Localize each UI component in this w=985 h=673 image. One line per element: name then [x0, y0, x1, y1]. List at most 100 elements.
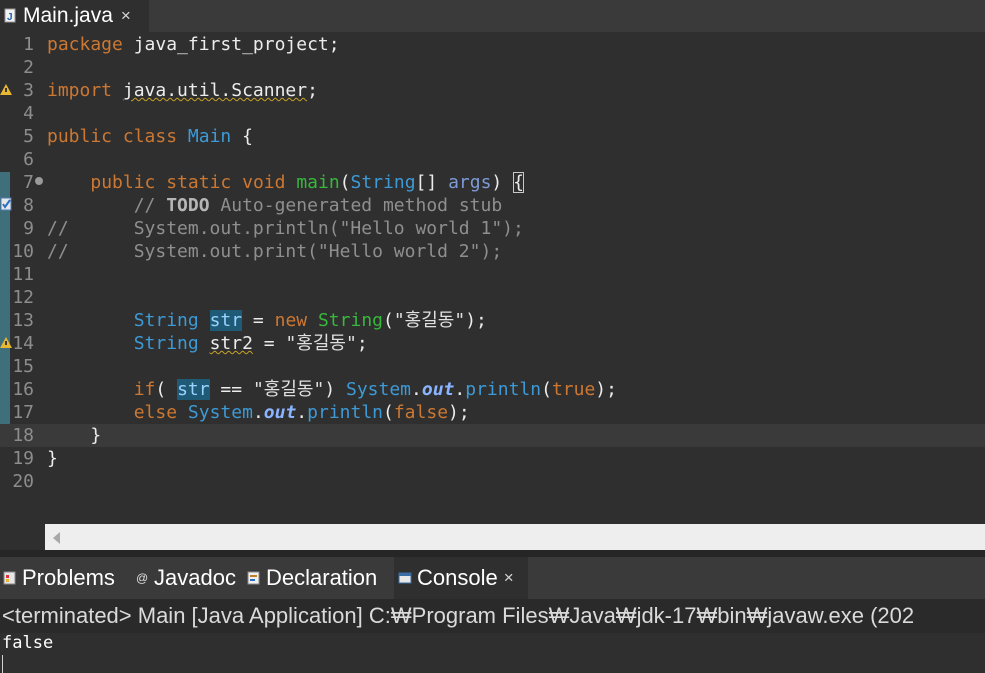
- code-line[interactable]: 18 }: [0, 424, 985, 447]
- code-token: // System.out.println("Hello world 1");: [47, 218, 524, 239]
- code-token: // System.out.print("Hello world 2");: [47, 241, 503, 262]
- problems-icon: [3, 570, 17, 586]
- code-line[interactable]: 4: [0, 102, 985, 125]
- code-token: ): [324, 379, 346, 400]
- line-code: String str = new String("홍길동");: [47, 309, 487, 332]
- code-token: {: [231, 126, 253, 147]
- line-code: public class Main {: [47, 125, 253, 148]
- code-line[interactable]: 15: [0, 355, 985, 378]
- code-token: .: [411, 379, 422, 400]
- tab-javadoc[interactable]: @ Javadoc: [135, 557, 236, 599]
- line-code: // TODO Auto-generated method stub: [47, 194, 502, 217]
- code-token: {: [513, 172, 524, 193]
- line-number: 18: [12, 425, 34, 446]
- code-token: (: [541, 379, 552, 400]
- code-token: void: [242, 172, 286, 193]
- code-line[interactable]: 16 if( str == "홍길동") System.out.println(…: [0, 378, 985, 401]
- code-token: );: [448, 402, 470, 423]
- line-code: if( str == "홍길동") System.out.println(tru…: [47, 378, 617, 401]
- console-view[interactable]: <terminated> Main [Java Application] C:₩…: [0, 599, 985, 673]
- tab-label: Declaration: [266, 565, 378, 590]
- code-line[interactable]: 9 // System.out.println("Hello world 1");: [0, 217, 985, 240]
- code-token: System: [346, 379, 412, 400]
- tab-label: Javadoc: [154, 565, 236, 590]
- editor-tab-bar: J Main.java ×: [0, 0, 985, 32]
- code-token: =: [242, 310, 275, 331]
- code-line[interactable]: 1 package java_first_project;: [0, 33, 985, 56]
- code-token: TODO: [166, 195, 210, 216]
- code-token: if: [133, 379, 156, 400]
- code-token: ): [491, 172, 514, 193]
- line-code: }: [47, 447, 58, 470]
- text-cursor: [2, 655, 3, 673]
- code-token: );: [595, 379, 617, 400]
- code-token: .: [454, 379, 466, 400]
- horizontal-scrollbar[interactable]: [45, 524, 985, 550]
- code-token: String: [133, 310, 199, 331]
- line-number: 17: [12, 402, 34, 423]
- line-number: 6: [23, 149, 34, 170]
- line-code: String str2 = "홍길동";: [47, 332, 368, 355]
- code-token: java.util.Scanner: [122, 80, 308, 101]
- line-code: }: [47, 424, 101, 447]
- panel-divider[interactable]: [0, 550, 985, 557]
- code-token: str: [177, 379, 210, 400]
- code-line[interactable]: 6: [0, 148, 985, 171]
- code-token: Main: [187, 126, 232, 147]
- line-code: // System.out.print("Hello world 2");: [47, 240, 502, 263]
- line-number: 10: [12, 241, 34, 262]
- code-token: out: [421, 379, 455, 400]
- close-icon[interactable]: ×: [121, 6, 131, 26]
- code-line[interactable]: 7 public static void main(String[] args)…: [0, 171, 985, 194]
- code-token: println: [465, 379, 542, 400]
- code-line[interactable]: 5 public class Main {: [0, 125, 985, 148]
- code-line[interactable]: 10 // System.out.print("Hello world 2");: [0, 240, 985, 263]
- code-token: else: [133, 402, 178, 423]
- tab-declaration[interactable]: Declaration: [247, 557, 377, 599]
- close-icon[interactable]: ×: [504, 568, 514, 588]
- line-number: 8: [23, 195, 34, 216]
- code-token: out: [263, 402, 297, 423]
- editor-tab-title: Main.java: [23, 4, 113, 27]
- code-line[interactable]: 12: [0, 286, 985, 309]
- code-token: System: [187, 402, 253, 423]
- declaration-icon: [247, 570, 261, 586]
- editor-tab-main-java[interactable]: J Main.java ×: [0, 0, 149, 32]
- code-line[interactable]: 11: [0, 263, 985, 286]
- line-code: public static void main(String[] args) {: [47, 171, 524, 194]
- code-line[interactable]: 3 import java.util.Scanner;: [0, 79, 985, 102]
- code-token: main: [296, 172, 340, 193]
- code-line[interactable]: 8 // TODO Auto-generated method stub: [0, 194, 985, 217]
- line-number: 15: [12, 356, 34, 377]
- code-line[interactable]: 2: [0, 56, 985, 79]
- code-line[interactable]: 17 else System.out.println(false);: [0, 401, 985, 424]
- code-token: str2: [209, 333, 253, 354]
- code-line[interactable]: 14 String str2 = "홍길동";: [0, 332, 985, 355]
- code-token: public: [90, 172, 156, 193]
- code-editor[interactable]: 1 package java_first_project; 2 3 import jav…: [0, 32, 985, 524]
- code-token: //: [133, 195, 167, 216]
- line-code: else System.out.println(false);: [47, 401, 470, 424]
- code-token: =: [252, 333, 286, 354]
- code-token: public: [47, 126, 113, 147]
- code-line[interactable]: 13 String str = new String("홍길동");: [0, 309, 985, 332]
- java-file-icon: J: [4, 8, 18, 24]
- code-token: "홍길동": [285, 333, 357, 354]
- scroll-left-icon[interactable]: [53, 532, 60, 544]
- line-number: 5: [23, 126, 34, 147]
- bottom-panel-tabs: Problems @ Javadoc Declaration Console ×: [0, 557, 985, 599]
- tab-problems[interactable]: Problems: [0, 557, 115, 599]
- line-number: 7: [23, 172, 34, 193]
- line-code: // System.out.println("Hello world 1");: [47, 217, 524, 240]
- code-line[interactable]: 20: [0, 470, 985, 493]
- code-token: import: [47, 80, 113, 101]
- code-line[interactable]: 19}: [0, 447, 985, 470]
- line-number: 13: [12, 310, 34, 331]
- tab-console[interactable]: Console ×: [394, 557, 528, 599]
- code-token: "홍길동": [393, 310, 466, 331]
